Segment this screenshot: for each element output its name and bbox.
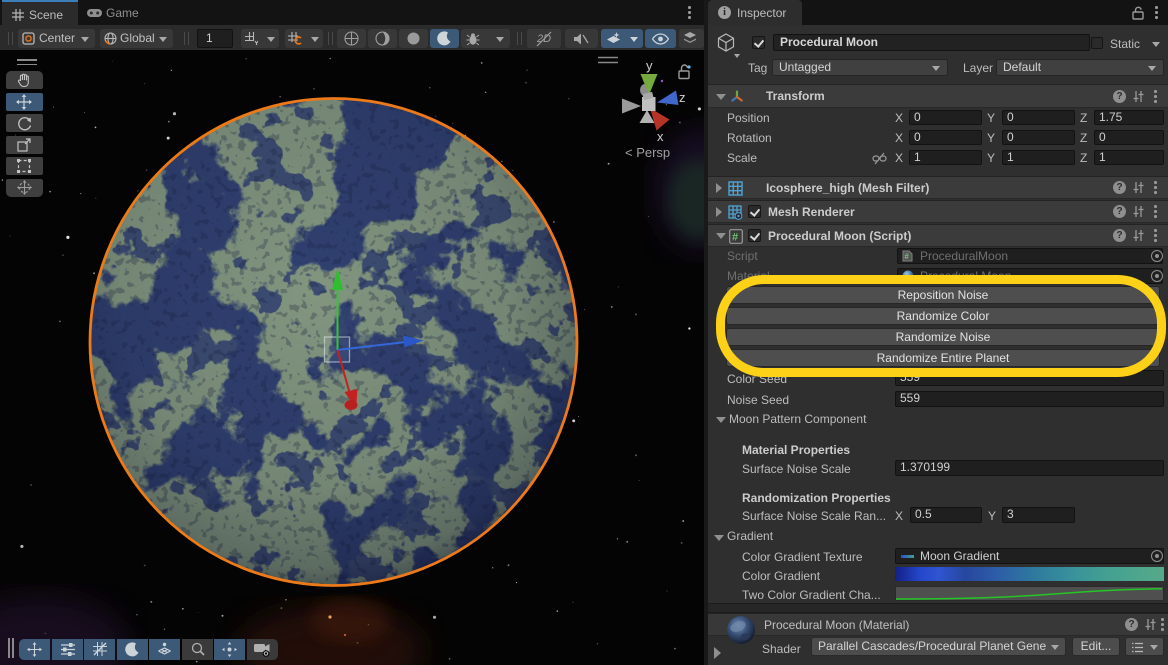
svg-text:x: x xyxy=(657,129,664,144)
svg-text:z: z xyxy=(679,90,686,105)
svg-text:#: # xyxy=(904,252,909,261)
svg-text:y: y xyxy=(646,58,653,73)
svg-text:< Persp: < Persp xyxy=(625,145,670,160)
svg-text:#: # xyxy=(732,232,738,244)
